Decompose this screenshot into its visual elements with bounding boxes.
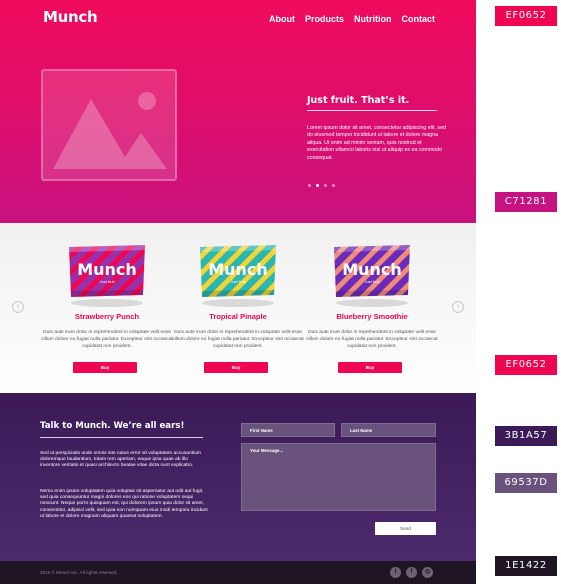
slider-dot[interactable] [332,184,335,187]
hero-image-placeholder [41,69,177,181]
svg-text:Munch: Munch [208,260,268,279]
svg-text:Munch: Munch [342,260,402,279]
twitter-icon[interactable]: t [390,567,401,578]
buy-button[interactable]: Buy [204,362,268,373]
svg-text:Just fruit: Just fruit [230,279,246,284]
nav-about[interactable]: About [269,14,295,24]
product-name: Blueberry Smoothie [336,312,408,321]
copyright-text: 2016 © Munch Inc. All rights reserved. [40,570,118,575]
svg-text:Just fruit: Just fruit [364,279,380,284]
color-swatch: C71281 [495,192,557,212]
next-arrow-button[interactable]: › [452,301,464,313]
svg-text:Just fruit: Just fruit [99,279,115,284]
hero-text: Lorem ipsum dolor sit amet, consectetur … [307,125,446,161]
product-name: Tropical Pinaple [209,312,267,321]
contact-text: Nemo enim ipsam voluptatem quia voluptas… [40,489,208,519]
logo[interactable]: Munch [43,8,98,26]
product-card-strawberry: Munch Just fruit Strawberry Punch Duis a… [41,241,173,391]
hero-section: Munch About Products Nutrition Contact J… [0,0,476,223]
bag-shadow [202,299,274,307]
last-name-field[interactable]: Last Name [341,423,436,437]
products-section: ‹ › Munch Just fruit Strawberry Punch Du… [0,223,476,393]
message-field[interactable]: Your Message... [241,443,436,511]
product-description: Duis aute irure dolor in reprehenderit i… [172,330,304,349]
slider-dot[interactable] [308,184,311,187]
contact-section: Talk to Munch. We’re all ears! Sed ut pe… [0,393,476,561]
product-name: Strawberry Punch [74,312,140,321]
color-swatch: EF0652 [495,6,557,26]
product-description: Duis aute irure dolor in reprehenderit i… [41,330,173,349]
website-mockup: Munch About Products Nutrition Contact J… [0,0,476,584]
contact-title: Talk to Munch. We’re all ears! [40,421,185,431]
color-swatch: EF0652 [495,355,557,375]
slider-dot[interactable] [316,184,319,187]
buy-button[interactable]: Buy [338,362,402,373]
main-nav: About Products Nutrition Contact [269,14,435,24]
color-swatch: 3B1A57 [495,426,557,446]
product-card-pineapple: Munch Just fruit Tropical Pinaple Duis a… [172,241,304,391]
product-bag-image: Munch Just fruit [200,245,276,297]
hero-divider [307,110,437,111]
footer: 2016 © Munch Inc. All rights reserved. t… [0,561,476,584]
instagram-icon[interactable]: ◎ [422,567,433,578]
color-swatch: 69537D [495,473,557,493]
bag-shadow [336,299,408,307]
hero-title: Just fruit. That’s it. [307,95,410,106]
buy-button[interactable]: Buy [73,362,137,373]
product-card-blueberry: Munch Just fruit Blueberry Smoothie Duis… [306,241,438,391]
contact-divider [40,437,203,438]
page: Munch About Products Nutrition Contact J… [0,0,564,584]
bag-shadow [71,299,143,307]
product-bag-image: Munch Just fruit [69,245,145,297]
social-links: t f ◎ [390,567,433,578]
slider-dot[interactable] [324,184,327,187]
prev-arrow-button[interactable]: ‹ [12,301,24,313]
color-swatch: 1E1422 [495,556,557,576]
nav-nutrition[interactable]: Nutrition [354,14,392,24]
slider-dots [308,184,335,187]
image-placeholder-icon [53,92,167,169]
product-description: Duis aute irure dolor in reprehenderit i… [306,330,438,349]
svg-text:Munch: Munch [77,260,137,279]
product-bag-image: Munch Just fruit [334,245,410,297]
send-button[interactable]: Send [375,522,436,535]
contact-text: Sed ut perspiciatis unde omnis iste natu… [40,451,201,469]
first-name-field[interactable]: First Name [241,423,335,437]
nav-contact[interactable]: Contact [402,14,436,24]
facebook-icon[interactable]: f [406,567,417,578]
nav-products[interactable]: Products [305,14,344,24]
